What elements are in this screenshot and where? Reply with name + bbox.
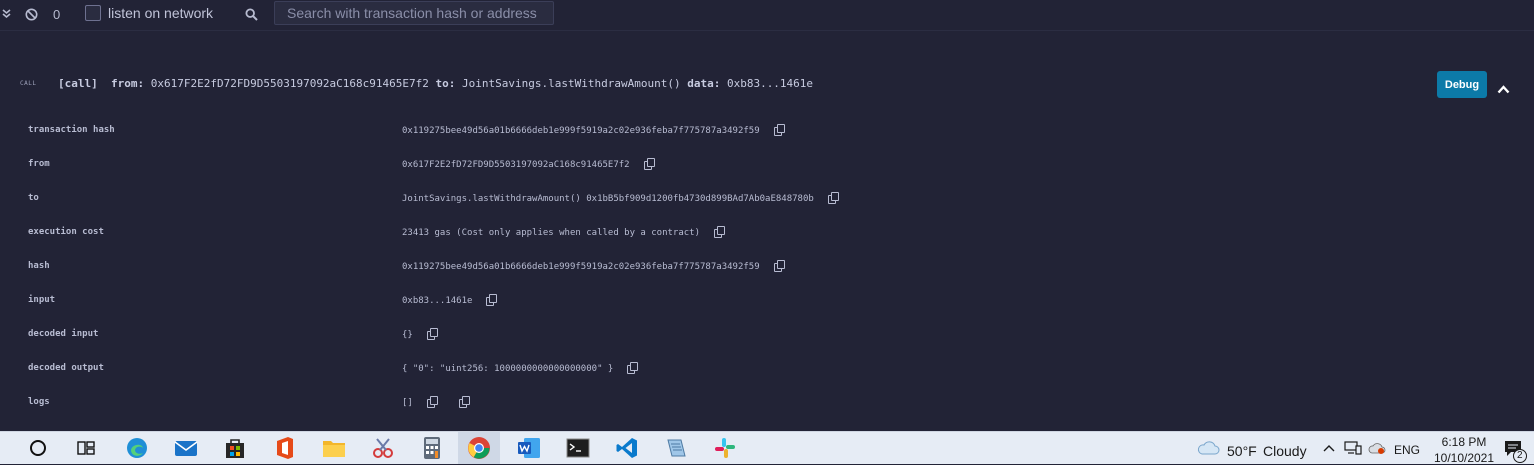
task-view-icon[interactable]: [74, 432, 98, 464]
detail-key: decoded output: [28, 363, 104, 373]
detail-value: {}: [402, 329, 413, 340]
input-language[interactable]: ENG: [1394, 443, 1420, 457]
detail-row-transaction-hash: transaction hash 0x119275bee49d56a01b666…: [0, 121, 1534, 141]
copy-icon[interactable]: [773, 124, 785, 136]
copy-icon[interactable]: [486, 294, 498, 306]
clock-time[interactable]: 6:18 PM: [1434, 435, 1494, 449]
listen-on-network-label: listen on network: [108, 5, 214, 21]
detail-value: { "0": "uint256: 1000000000000000000" }: [402, 363, 614, 374]
data-value: 0xb83...1461e: [726, 77, 814, 90]
detail-row-input: input 0xb83...1461e: [0, 291, 1534, 311]
to-value: JointSavings.lastWithdrawAmount(): [462, 77, 681, 90]
notification-count-badge: 2: [1513, 449, 1527, 463]
weather-temperature[interactable]: 50°F: [1227, 443, 1257, 459]
search-icon: [245, 0, 258, 28]
cloud-weather-icon[interactable]: [1195, 432, 1221, 464]
detail-row-logs: logs []: [0, 393, 1534, 413]
search-input[interactable]: [274, 1, 554, 25]
debug-button[interactable]: Debug: [1437, 71, 1487, 98]
from-value: 0x617F2E2fD72FD9D5503197092aC168c91465E7…: [150, 77, 429, 90]
onedrive-sync-icon[interactable]: [1367, 432, 1387, 464]
detail-row-decoded-output: decoded output { "0": "uint256: 10000000…: [0, 359, 1534, 379]
copy-icon[interactable]: [426, 396, 438, 408]
copy-icon[interactable]: [458, 396, 470, 408]
command-prompt-icon[interactable]: [565, 432, 591, 464]
network-icon[interactable]: [1343, 432, 1363, 464]
chevron-up-icon[interactable]: [1497, 79, 1510, 98]
detail-row-hash: hash 0x119275bee49d56a01b6666deb1e999f59…: [0, 257, 1534, 277]
notepad-icon[interactable]: [663, 432, 689, 464]
detail-row-decoded-input: decoded input {}: [0, 325, 1534, 345]
copy-icon[interactable]: [714, 226, 726, 238]
call-summary: [call] from: 0x617F2E2fD72FD9D5503197092…: [58, 77, 813, 90]
detail-key: transaction hash: [28, 125, 115, 135]
collapse-double-chevron-icon[interactable]: [2, 0, 11, 28]
detail-value: JointSavings.lastWithdrawAmount() 0x1bB5…: [402, 193, 814, 204]
detail-value: 0x119275bee49d56a01b6666deb1e999f5919a2c…: [402, 261, 760, 272]
clear-console-icon[interactable]: [25, 0, 38, 28]
detail-key: to: [28, 193, 39, 203]
copy-icon[interactable]: [643, 158, 655, 170]
terminal-toolbar: 0 listen on network: [0, 0, 1534, 31]
chrome-browser-icon[interactable]: [458, 432, 500, 464]
copy-icon[interactable]: [773, 260, 785, 272]
detail-row-from: from 0x617F2E2fD72FD9D5503197092aC168c91…: [0, 155, 1534, 175]
edge-browser-icon[interactable]: [124, 432, 150, 464]
detail-value: 23413 gas (Cost only applies when called…: [402, 227, 701, 238]
call-tag: CALL: [20, 80, 37, 87]
weather-description[interactable]: Cloudy: [1263, 443, 1307, 459]
slack-icon[interactable]: [712, 432, 738, 464]
vscode-icon[interactable]: [614, 432, 640, 464]
pending-tx-count: 0: [53, 6, 61, 22]
call-kind: [call]: [58, 77, 98, 90]
calculator-icon[interactable]: [419, 432, 445, 464]
data-label: data:: [687, 77, 721, 90]
detail-key: execution cost: [28, 227, 104, 237]
mail-app-icon[interactable]: [173, 432, 199, 464]
detail-value: 0x617F2E2fD72FD9D5503197092aC168c91465E7…: [402, 159, 630, 170]
detail-key: from: [28, 159, 50, 169]
detail-row-to: to JointSavings.lastWithdrawAmount() 0x1…: [0, 189, 1534, 209]
detail-key: input: [28, 295, 56, 305]
from-label: from:: [111, 77, 145, 90]
detail-value: 0xb83...1461e: [402, 295, 473, 306]
word-app-icon[interactable]: [516, 432, 542, 464]
microsoft-store-icon[interactable]: [222, 432, 248, 464]
windows-taskbar: 50°F Cloudy ENG 6:18 PM 10/10/2021 2: [0, 431, 1534, 465]
copy-icon[interactable]: [426, 328, 438, 340]
detail-key: decoded input: [28, 329, 99, 339]
to-label: to:: [435, 77, 456, 90]
detail-key: hash: [28, 261, 50, 271]
chevron-up-icon[interactable]: [1320, 432, 1338, 464]
copy-icon[interactable]: [827, 192, 839, 204]
snipping-tool-icon[interactable]: [370, 432, 396, 464]
copy-icon[interactable]: [627, 362, 639, 374]
detail-row-execution-cost: execution cost 23413 gas (Cost only appl…: [0, 223, 1534, 243]
detail-key: logs: [28, 397, 50, 407]
listen-on-network-checkbox[interactable]: [85, 5, 101, 21]
call-summary-row[interactable]: CALL [call] from: 0x617F2E2fD72FD9D55031…: [0, 70, 1534, 98]
detail-value: []: [402, 397, 413, 408]
cortana-search-icon[interactable]: [26, 432, 50, 464]
office-app-icon[interactable]: [272, 432, 298, 464]
detail-value: 0x119275bee49d56a01b6666deb1e999f5919a2c…: [402, 125, 760, 136]
file-explorer-icon[interactable]: [321, 432, 347, 464]
